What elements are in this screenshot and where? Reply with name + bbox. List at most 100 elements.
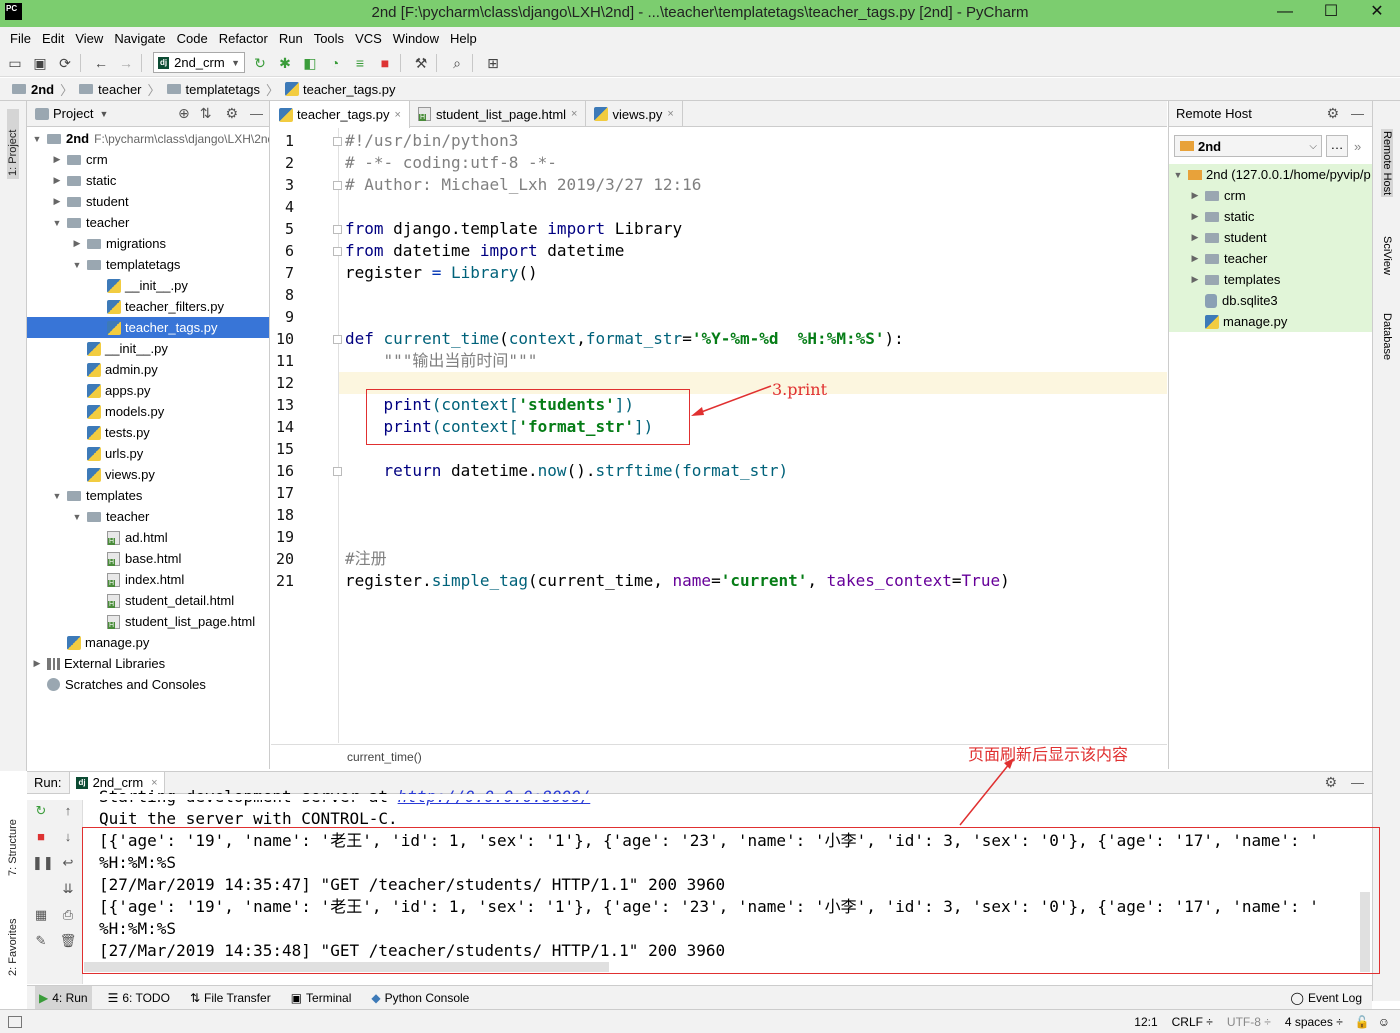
menu-file[interactable]: File	[10, 31, 31, 46]
tab-project[interactable]: 1: Project	[7, 109, 19, 179]
hide-panel-icon[interactable]: —	[1351, 106, 1364, 121]
debug-bug-icon[interactable]: ✱	[275, 53, 295, 73]
remote-item-templates[interactable]: ▶ templates	[1169, 269, 1373, 290]
tree-item-student[interactable]: ▶ student	[51, 191, 129, 212]
close-icon[interactable]: ×	[395, 109, 401, 121]
tree-item-teacher-filters-py[interactable]: teacher_filters.py	[91, 296, 224, 317]
tree-item-scratches-and-consoles[interactable]: Scratches and Consoles	[31, 674, 206, 695]
tree-item-migrations[interactable]: ▶ migrations	[71, 233, 166, 254]
print-icon[interactable]: ⎙	[59, 906, 77, 924]
back-arrow-icon[interactable]: ←	[91, 53, 111, 73]
up-arrow-icon[interactable]: ↑	[59, 802, 77, 820]
breadcrumb-item-teacher[interactable]: teacher	[79, 82, 142, 97]
chevron-down-icon[interactable]: ▼	[51, 491, 63, 501]
cursor-position[interactable]: 12:1	[1134, 1015, 1157, 1029]
tree-item-tests-py[interactable]: tests.py	[71, 422, 150, 443]
tree-item-external-libraries[interactable]: ▶ External Libraries	[31, 653, 166, 674]
profile-icon[interactable]: ◔	[325, 53, 345, 73]
chevron-right-icon[interactable]: ▶	[51, 175, 63, 186]
indent-setting[interactable]: 4 spaces ÷	[1285, 1015, 1343, 1029]
close-window-button[interactable]: ✕	[1354, 0, 1400, 27]
locate-target-icon[interactable]: ⊕	[178, 105, 190, 122]
concurrency-icon[interactable]: ≡	[350, 53, 370, 73]
tab-terminal[interactable]: ▣ Terminal	[287, 986, 356, 1010]
tab-remote-host[interactable]: Remote Host	[1381, 129, 1393, 198]
chevron-down-icon[interactable]: ▼	[51, 218, 63, 228]
rerun-icon[interactable]: ↻	[250, 53, 270, 73]
chevron-right-icon[interactable]: ▶	[1189, 253, 1201, 264]
breadcrumb-item-project[interactable]: 2nd	[12, 82, 54, 97]
close-icon[interactable]: ×	[667, 108, 673, 120]
remote-item-teacher[interactable]: ▶ teacher	[1169, 248, 1373, 269]
soft-wrap-icon[interactable]: ↩	[59, 854, 77, 872]
remote-item-db-sqlite3[interactable]: db.sqlite3	[1169, 290, 1373, 311]
tree-item-teacher-tags-py[interactable]: teacher_tags.py	[27, 317, 269, 338]
menu-run[interactable]: Run	[279, 31, 303, 46]
pause-icon[interactable]: ❚❚	[32, 854, 54, 872]
coverage-icon[interactable]: ◧	[300, 53, 320, 73]
tree-item-static[interactable]: ▶ static	[51, 170, 117, 191]
settings-wrench-icon[interactable]: ⚒	[411, 53, 431, 73]
scroll-to-end-icon[interactable]: ⇊	[59, 880, 77, 898]
tab-python-console[interactable]: ◆ Python Console	[367, 986, 473, 1010]
chevron-right-icon[interactable]: ▶	[51, 154, 63, 165]
tab-todo[interactable]: ☰ 6: TODO	[104, 986, 174, 1010]
rerun-icon[interactable]: ↻	[32, 802, 50, 820]
tab-student-list-page[interactable]: student_list_page.html×	[410, 101, 587, 127]
file-encoding[interactable]: UTF-8 ÷	[1227, 1015, 1271, 1029]
chevron-right-icon[interactable]: ▶	[1189, 274, 1201, 285]
project-view-label[interactable]: Project	[53, 106, 93, 121]
vcs-operations-icon[interactable]: ⊞	[483, 53, 503, 73]
menu-navigate[interactable]: Navigate	[114, 31, 165, 46]
toggle-tool-windows-icon[interactable]	[8, 1015, 22, 1028]
chevron-right-icon[interactable]: ▶	[1189, 190, 1201, 201]
search-icon[interactable]: ⌕	[447, 53, 467, 73]
tree-root[interactable]: ▼ 2nd F:\pycharm\class\django\LXH\2nd	[31, 128, 269, 149]
save-icon[interactable]: ▣	[30, 53, 50, 73]
stop-icon[interactable]: ■	[32, 828, 50, 846]
tree-item--init-py[interactable]: __init__.py	[71, 338, 168, 359]
tree-item-teacher[interactable]: ▼ teacher	[71, 506, 150, 527]
tree-item-views-py[interactable]: views.py	[71, 464, 155, 485]
menu-edit[interactable]: Edit	[42, 31, 64, 46]
tree-item-crm[interactable]: ▶ crm	[51, 149, 108, 170]
tree-item-base-html[interactable]: base.html	[91, 548, 181, 569]
menu-refactor[interactable]: Refactor	[219, 31, 268, 46]
chevron-down-icon[interactable]: ▼	[71, 260, 83, 270]
tree-item-student-detail-html[interactable]: student_detail.html	[91, 590, 234, 611]
menu-vcs[interactable]: VCS	[355, 31, 382, 46]
tree-item-templatetags[interactable]: ▼ templatetags	[71, 254, 181, 275]
chevron-right-icon[interactable]: ▶	[1189, 232, 1201, 243]
menu-help[interactable]: Help	[450, 31, 477, 46]
down-arrow-icon[interactable]: ↓	[59, 828, 77, 846]
fold-marker[interactable]	[333, 137, 342, 146]
sync-icon[interactable]: ⟳	[55, 53, 75, 73]
layout-icon[interactable]: ▦	[32, 906, 50, 924]
breadcrumb-item-templatetags[interactable]: templatetags	[166, 82, 260, 97]
close-icon[interactable]: ×	[151, 777, 157, 789]
breadcrumb-item-file[interactable]: teacher_tags.py	[284, 82, 396, 97]
chevron-down-icon[interactable]: ▼	[99, 109, 108, 119]
tree-item-apps-py[interactable]: apps.py	[71, 380, 151, 401]
tab-run[interactable]: ▶ 4: Run	[35, 985, 92, 1010]
tab-teacher-tags[interactable]: teacher_tags.py ×	[271, 101, 410, 128]
tree-item-student-list-page-html[interactable]: student_list_page.html	[91, 611, 255, 632]
remote-item-manage-py[interactable]: manage.py	[1169, 311, 1373, 332]
hide-panel-icon[interactable]: —	[1351, 775, 1364, 790]
trash-icon[interactable]: 🗑	[59, 932, 77, 950]
lock-icon[interactable]: 🔓	[1355, 1015, 1370, 1029]
minimize-button[interactable]: —	[1262, 0, 1308, 27]
server-select[interactable]: 2nd ⌵	[1174, 135, 1322, 157]
fold-marker[interactable]	[333, 467, 342, 476]
tree-item-teacher[interactable]: ▼ teacher	[51, 212, 130, 233]
chevron-right-icon[interactable]: ▶	[51, 196, 63, 207]
tab-structure[interactable]: 7: Structure	[7, 796, 19, 876]
chevron-down-icon[interactable]: ▼	[71, 512, 83, 522]
tree-item--init-py[interactable]: __init__.py	[91, 275, 188, 296]
fold-marker[interactable]	[333, 335, 342, 344]
menu-window[interactable]: Window	[393, 31, 439, 46]
line-separator[interactable]: CRLF ÷	[1172, 1015, 1213, 1029]
tree-item-index-html[interactable]: index.html	[91, 569, 184, 590]
hide-panel-icon[interactable]: —	[250, 106, 263, 121]
inspector-icon[interactable]: ☺	[1378, 1015, 1390, 1029]
